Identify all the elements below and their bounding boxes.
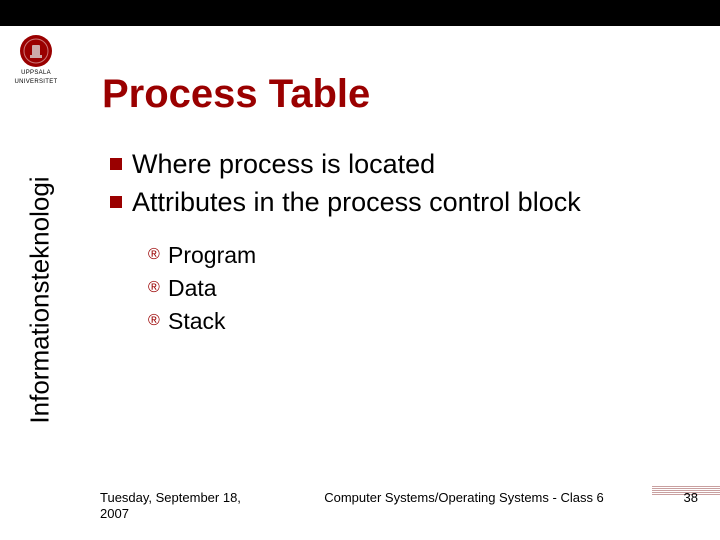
registered-bullet-icon: ® bbox=[148, 247, 168, 263]
top-black-bar bbox=[0, 0, 720, 26]
bullet-item: Attributes in the process control block bbox=[110, 186, 690, 220]
registered-bullet-icon: ® bbox=[148, 280, 168, 296]
sub-bullet-text: Data bbox=[168, 275, 217, 302]
sub-bullet-list: ® Program ® Data ® Stack bbox=[148, 242, 690, 335]
sub-bullet-item: ® Program bbox=[148, 242, 690, 269]
square-bullet-icon bbox=[110, 158, 122, 170]
registered-bullet-icon: ® bbox=[148, 313, 168, 329]
vertical-sidebar-label: Informationsteknologi bbox=[25, 53, 56, 300]
footer-date: Tuesday, September 18, 2007 bbox=[100, 490, 270, 523]
sub-bullet-item: ® Data bbox=[148, 275, 690, 302]
sub-bullet-text: Program bbox=[168, 242, 256, 269]
square-bullet-icon bbox=[110, 196, 122, 208]
sidebar-label-text: Informationsteknologi bbox=[25, 176, 56, 423]
bullet-text: Where process is located bbox=[132, 148, 435, 182]
slide-content: Where process is located Attributes in t… bbox=[110, 148, 690, 341]
bullet-item: Where process is located bbox=[110, 148, 690, 182]
footer-course: Computer Systems/Operating Systems - Cla… bbox=[270, 490, 658, 505]
bullet-text: Attributes in the process control block bbox=[132, 186, 581, 220]
sub-bullet-text: Stack bbox=[168, 308, 226, 335]
slide-title: Process Table bbox=[102, 72, 370, 117]
slide-footer: Tuesday, September 18, 2007 Computer Sys… bbox=[100, 490, 698, 523]
footer-page-number: 38 bbox=[658, 490, 698, 505]
sub-bullet-item: ® Stack bbox=[148, 308, 690, 335]
